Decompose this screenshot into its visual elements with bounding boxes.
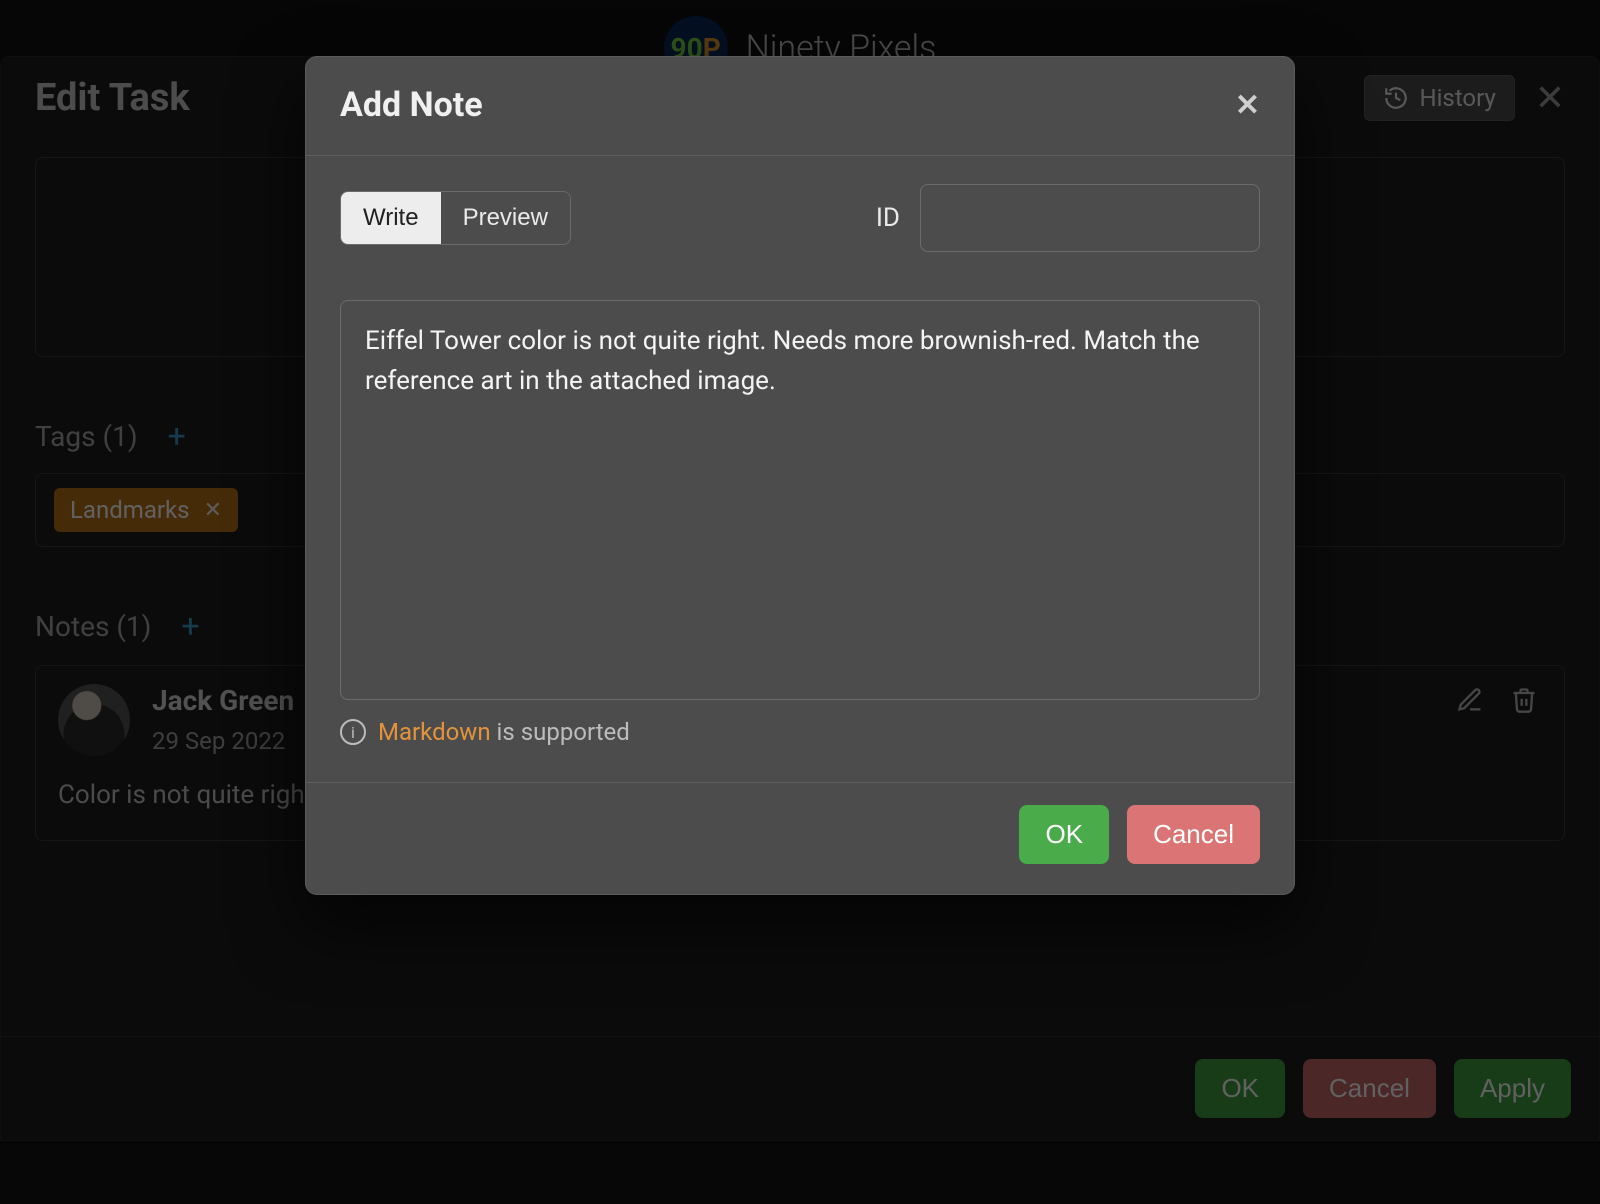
modal-close-button[interactable]: ✕ bbox=[1235, 88, 1260, 123]
modal-top-row: Write Preview ID bbox=[340, 184, 1260, 252]
markdown-support-row: i Markdown is supported bbox=[340, 718, 1260, 746]
note-textarea[interactable] bbox=[340, 300, 1260, 700]
modal-ok-button[interactable]: OK bbox=[1019, 805, 1109, 864]
modal-cancel-button[interactable]: Cancel bbox=[1127, 805, 1260, 864]
close-icon: ✕ bbox=[1235, 88, 1260, 123]
id-label: ID bbox=[876, 203, 900, 233]
tab-preview[interactable]: Preview bbox=[441, 192, 570, 244]
id-field-group: ID bbox=[876, 184, 1260, 252]
markdown-support-text: is supported bbox=[491, 718, 630, 746]
modal-footer: OK Cancel bbox=[306, 782, 1294, 894]
id-input[interactable] bbox=[920, 184, 1260, 252]
write-preview-tabs: Write Preview bbox=[340, 191, 571, 245]
modal-title: Add Note bbox=[340, 85, 483, 125]
info-icon: i bbox=[340, 719, 366, 745]
modal-header: Add Note ✕ bbox=[306, 57, 1294, 156]
markdown-link[interactable]: Markdown bbox=[378, 718, 491, 746]
modal-body: Write Preview ID i Markdown is supported bbox=[306, 156, 1294, 762]
add-note-modal: Add Note ✕ Write Preview ID i Markdown i… bbox=[305, 56, 1295, 895]
tab-write[interactable]: Write bbox=[341, 192, 441, 244]
